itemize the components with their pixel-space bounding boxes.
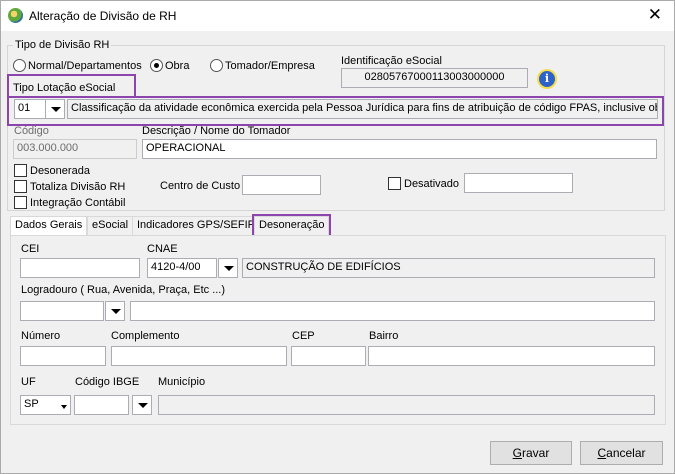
gravar-hotkey: G <box>512 446 522 460</box>
centro-custo-field[interactable] <box>242 175 321 195</box>
info-icon[interactable]: i <box>539 71 555 87</box>
cnae-dropdown[interactable] <box>218 258 238 278</box>
logradouro-label: Logradouro ( Rua, Avenida, Praça, Etc ..… <box>21 284 226 296</box>
tab-indicadores[interactable]: Indicadores GPS/SEFIP <box>132 216 260 235</box>
centro-custo-label: Centro de Custo <box>160 180 241 192</box>
tipo-lotacao-description: Classificação da atividade econômica exe… <box>67 99 658 119</box>
codigo-label: Código <box>14 125 49 137</box>
desativado-checkbox[interactable] <box>388 177 401 190</box>
gravar-button[interactable]: Gravar <box>490 441 572 465</box>
desonerada-checkbox[interactable] <box>14 164 27 177</box>
cancelar-hotkey: C <box>597 446 607 460</box>
radio-obra-label: Obra <box>165 60 190 72</box>
desativado-field[interactable] <box>464 173 573 193</box>
gravar-label: ravar <box>522 446 550 460</box>
ibge-field[interactable] <box>74 395 129 415</box>
desativado-label: Desativado <box>404 178 460 190</box>
ibge-label: Código IBGE <box>75 376 140 388</box>
complemento-field[interactable] <box>111 346 287 366</box>
municipio-label: Município <box>158 376 206 388</box>
cep-label: CEP <box>292 330 315 342</box>
logradouro-tipo-field[interactable] <box>20 301 104 321</box>
cnae-description: CONSTRUÇÃO DE EDIFÍCIOS <box>242 258 655 278</box>
totaliza-checkbox[interactable] <box>14 180 27 193</box>
tab-dados-gerais[interactable]: Dados Gerais <box>10 216 88 235</box>
radio-tomador[interactable] <box>210 59 223 72</box>
close-icon[interactable]: ✕ <box>648 6 662 24</box>
tab-esocial[interactable]: eSocial <box>87 216 134 235</box>
uf-dropdown[interactable] <box>57 397 70 413</box>
cei-field[interactable] <box>20 258 140 278</box>
descricao-label: Descrição / Nome do Tomador <box>142 125 291 137</box>
tipo-lotacao-label: Tipo Lotação eSocial <box>13 82 116 94</box>
integracao-label: Integração Contábil <box>30 197 126 209</box>
bairro-label: Bairro <box>369 330 399 342</box>
dialog-window: Alteração de Divisão de RH ✕ Tipo de Div… <box>0 0 675 474</box>
logradouro-tipo-dropdown[interactable] <box>105 301 125 321</box>
radio-obra[interactable] <box>150 59 163 72</box>
ibge-dropdown[interactable] <box>132 395 152 415</box>
app-icon <box>8 8 23 23</box>
cancelar-label: ancelar <box>606 446 646 460</box>
window-title: Alteração de Divisão de RH <box>29 9 177 23</box>
logradouro-field[interactable] <box>130 301 655 321</box>
cnae-code-field[interactable]: 4120-4/00 <box>147 258 217 278</box>
totaliza-label: Totaliza Divisão RH <box>30 181 126 193</box>
cep-field[interactable] <box>291 346 366 366</box>
tipo-lotacao-code[interactable]: 01 <box>14 99 46 119</box>
numero-label: Número <box>21 330 61 342</box>
municipio-field <box>158 395 655 415</box>
integracao-checkbox[interactable] <box>14 196 27 209</box>
title-bar: Alteração de Divisão de RH ✕ <box>1 1 674 31</box>
radio-normal[interactable] <box>13 59 26 72</box>
codigo-field: 003.000.000 <box>13 139 137 159</box>
numero-field[interactable] <box>20 346 106 366</box>
tab-desoneracao-highlight <box>252 214 331 237</box>
bairro-field[interactable] <box>368 346 655 366</box>
complemento-label: Complemento <box>111 330 180 342</box>
identificacao-field: 02805767000113003000000 <box>341 68 528 88</box>
cei-label: CEI <box>21 243 40 255</box>
tipo-divisao-label: Tipo de Divisão RH <box>13 39 112 51</box>
tipo-lotacao-dropdown[interactable] <box>45 99 65 119</box>
descricao-field[interactable]: OPERACIONAL <box>142 139 657 159</box>
cancelar-button[interactable]: Cancelar <box>580 441 663 465</box>
uf-label: UF <box>21 376 36 388</box>
cnae-label: CNAE <box>147 243 178 255</box>
identificacao-label: Identificação eSocial <box>341 55 442 67</box>
desonerada-label: Desonerada <box>30 165 90 177</box>
radio-normal-label: Normal/Departamentos <box>28 60 142 72</box>
radio-tomador-label: Tomador/Empresa <box>225 60 315 72</box>
